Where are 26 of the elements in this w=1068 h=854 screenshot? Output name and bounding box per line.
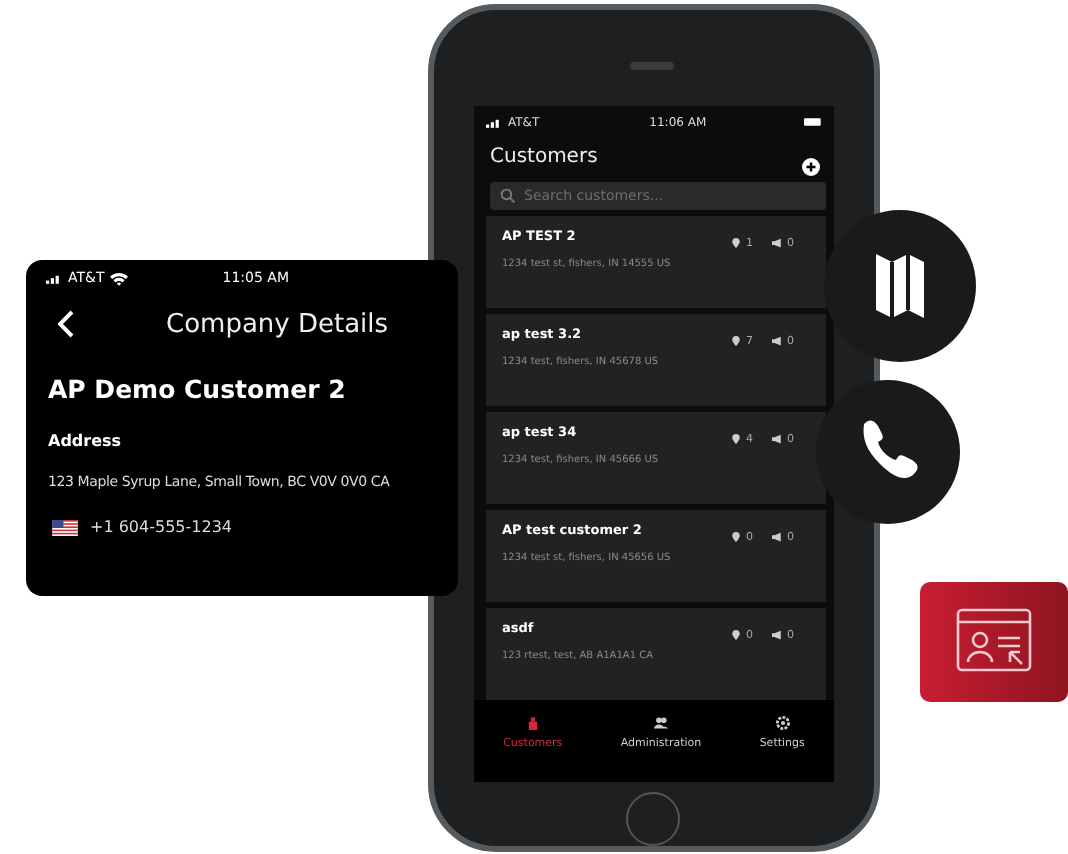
- pin-icon: [732, 630, 740, 640]
- pin-icon: [732, 434, 740, 444]
- add-icon: [802, 158, 820, 176]
- wifi-icon: [110, 271, 129, 285]
- screen-title: Company Details: [166, 309, 389, 339]
- flag-icon: [52, 519, 78, 535]
- gear-icon: [775, 716, 790, 730]
- megaphone-icon: [771, 630, 781, 640]
- megaphone-icon: [771, 434, 781, 444]
- pin-icon: [732, 532, 740, 542]
- megaphone-icon: [771, 238, 781, 248]
- megaphone-icon: [771, 336, 781, 346]
- battery-icon: [804, 118, 822, 126]
- address-label: Address: [48, 432, 124, 450]
- home-button[interactable]: [626, 792, 680, 846]
- screen-title: Customers: [490, 146, 598, 168]
- pin-icon: [732, 336, 740, 346]
- id-card-icon: [920, 582, 1068, 702]
- megaphone-icon: [771, 532, 781, 542]
- phone-number[interactable]: +1 604-555-1234: [90, 518, 233, 536]
- pin-icon: [732, 238, 740, 248]
- company-name: AP Demo Customer 2: [48, 374, 348, 404]
- signal-icon: [486, 117, 502, 127]
- back-icon: [58, 310, 74, 338]
- people-icon: [654, 716, 668, 730]
- signal-icon: [46, 273, 62, 283]
